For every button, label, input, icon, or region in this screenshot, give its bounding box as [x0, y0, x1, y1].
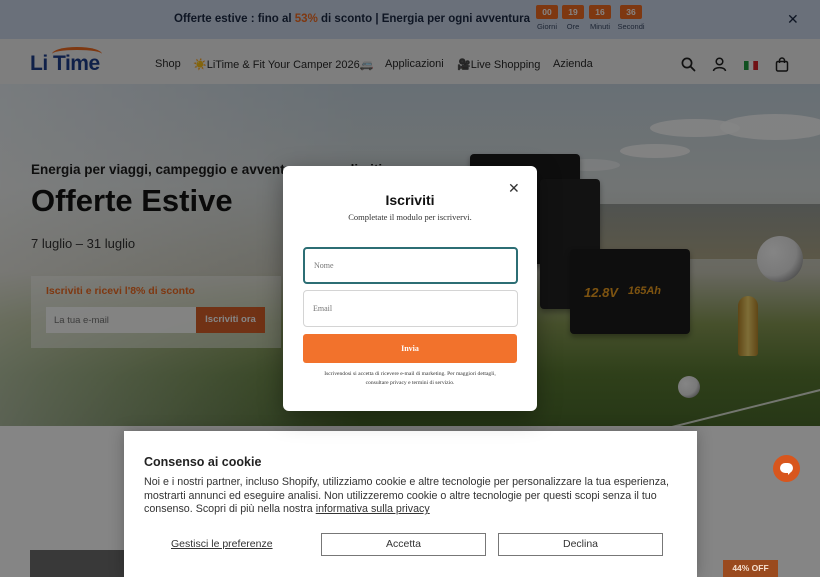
privacy-link[interactable]: informativa sulla privacy [316, 503, 430, 515]
accept-cookies-button[interactable]: Accetta [321, 533, 486, 556]
cookie-banner: Consenso ai cookie Noi e i nostri partne… [124, 431, 697, 577]
subscribe-modal: ✕ Iscriviti Completate il modulo per isc… [283, 166, 537, 411]
manage-preferences-link[interactable]: Gestisci le preferenze [171, 538, 273, 550]
submit-button[interactable]: Invia [303, 334, 517, 363]
decline-cookies-button[interactable]: Declina [498, 533, 663, 556]
cookie-body: Noi e i nostri partner, incluso Shopify,… [144, 476, 669, 516]
email-field[interactable] [303, 290, 518, 327]
chat-icon[interactable] [773, 455, 800, 482]
cookie-title: Consenso ai cookie [144, 455, 262, 469]
discount-badge: 44% OFF [723, 560, 778, 577]
modal-title: Iscriviti [385, 192, 435, 208]
name-field[interactable] [303, 247, 518, 284]
modal-fine-print: Iscrivendosi si accetta di ricevere e-ma… [324, 371, 496, 386]
modal-subtitle: Completate il modulo per iscrivervi. [348, 212, 472, 222]
